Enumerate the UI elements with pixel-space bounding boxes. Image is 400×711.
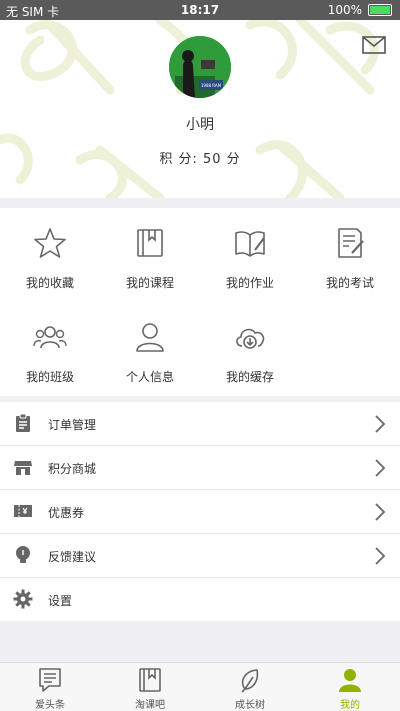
menu-item-label: 设置 xyxy=(48,594,73,608)
news-icon xyxy=(39,668,61,692)
shortcut-cache[interactable]: 我的缓存 xyxy=(200,302,300,396)
book-icon xyxy=(137,229,163,257)
shortcut-label: 我的课程 xyxy=(125,276,174,290)
person-icon xyxy=(136,323,164,352)
mail-icon[interactable] xyxy=(362,36,386,54)
shortcut-class[interactable]: 我的班级 xyxy=(0,302,100,396)
points-text: 积 分: 50 分 xyxy=(159,152,241,167)
profile-header: 1988 RAM 小明 积 分: 50 分 xyxy=(0,20,400,198)
battery-percent: 100% xyxy=(327,3,362,17)
exam-paper-icon xyxy=(338,228,364,258)
shortcut-profile-info[interactable]: 个人信息 xyxy=(100,302,200,396)
tab-bar: 爱头条 淘课吧 成长树 我的 xyxy=(0,662,400,711)
chevron-right-icon xyxy=(375,547,386,565)
shortcut-label: 我的班级 xyxy=(25,370,74,384)
avatar-caption: 1988 RAM xyxy=(201,83,222,88)
battery-icon xyxy=(368,4,392,16)
shortcut-grid: 我的收藏 我的课程 我的作业 我的考试 我的班级 个人信息 我的缓存 xyxy=(0,208,400,396)
tab-growth-tree[interactable]: 成长树 xyxy=(200,663,300,711)
chevron-right-icon xyxy=(375,415,386,433)
menu-item-settings[interactable]: 设置 xyxy=(0,578,400,621)
shortcut-exams[interactable]: 我的考试 xyxy=(300,208,400,302)
chevron-right-icon xyxy=(375,459,386,477)
star-icon xyxy=(34,228,66,258)
avatar[interactable]: 1988 RAM xyxy=(169,36,231,98)
cloud-download-icon xyxy=(236,328,265,349)
store-icon xyxy=(14,461,32,475)
menu-list: 订单管理 积分商城 优惠券 反馈建议 设置 xyxy=(0,402,400,621)
menu-item-label: 订单管理 xyxy=(48,418,97,432)
tab-label: 爱头条 xyxy=(35,700,65,711)
open-book-pen-icon xyxy=(235,231,265,257)
shortcut-courses[interactable]: 我的课程 xyxy=(100,208,200,302)
chevron-right-icon xyxy=(375,503,386,521)
tab-label: 我的 xyxy=(340,700,360,711)
tab-label: 淘课吧 xyxy=(135,700,165,711)
course-book-icon xyxy=(139,668,161,692)
leaf-icon xyxy=(241,669,259,693)
shortcut-label: 我的作业 xyxy=(225,276,274,290)
shortcut-favorites[interactable]: 我的收藏 xyxy=(0,208,100,302)
gear-icon xyxy=(13,589,33,609)
shortcut-homework[interactable]: 我的作业 xyxy=(200,208,300,302)
shortcut-label: 我的收藏 xyxy=(25,276,74,290)
shortcut-label: 我的缓存 xyxy=(225,370,274,384)
lightbulb-icon xyxy=(16,546,30,563)
profile-icon xyxy=(339,669,361,692)
menu-item-label: 积分商城 xyxy=(48,462,97,476)
tab-courses[interactable]: 淘课吧 xyxy=(100,663,200,711)
menu-item-label: 优惠券 xyxy=(48,506,85,520)
menu-item-points-mall[interactable]: 积分商城 xyxy=(0,446,400,490)
coupon-icon xyxy=(14,505,32,517)
menu-item-feedback[interactable]: 反馈建议 xyxy=(0,534,400,578)
menu-item-coupons[interactable]: 优惠券 xyxy=(0,490,400,534)
shortcut-label: 我的考试 xyxy=(325,276,374,290)
group-icon xyxy=(33,326,67,349)
shortcut-label: 个人信息 xyxy=(125,370,174,384)
tab-mine[interactable]: 我的 xyxy=(300,663,400,711)
clipboard-icon xyxy=(16,413,30,432)
status-bar: 无 SIM 卡 18:17 100% xyxy=(0,0,400,20)
nickname: 小明 xyxy=(186,117,214,133)
menu-item-orders[interactable]: 订单管理 xyxy=(0,402,400,446)
menu-item-label: 反馈建议 xyxy=(48,550,97,564)
tab-label: 成长树 xyxy=(235,700,265,711)
tab-news[interactable]: 爱头条 xyxy=(0,663,100,711)
